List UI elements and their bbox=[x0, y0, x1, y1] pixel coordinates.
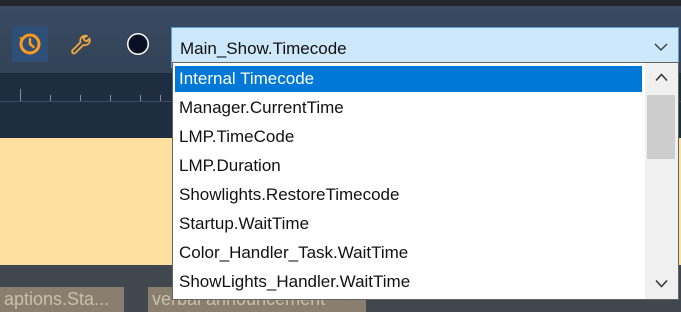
chevron-down-icon bbox=[654, 43, 668, 51]
dropdown-scrollbar[interactable] bbox=[645, 63, 678, 299]
dark-circle-icon bbox=[127, 33, 149, 55]
dropdown-option[interactable]: LMP.TimeCode bbox=[175, 124, 642, 150]
dropdown-option[interactable]: Showlights.RestoreTimecode bbox=[175, 182, 642, 208]
dropdown-option[interactable]: ShowLights_Handler.WaitTime bbox=[175, 269, 642, 295]
history-clock-icon bbox=[19, 33, 41, 55]
status-indicator-button[interactable] bbox=[118, 26, 158, 62]
ruler-tick bbox=[160, 95, 161, 101]
scrollbar-thumb[interactable] bbox=[647, 95, 675, 159]
wrench-icon bbox=[71, 34, 91, 55]
ruler-tick bbox=[140, 95, 141, 101]
dropdown-option[interactable]: Manager.CurrentTime bbox=[175, 95, 642, 121]
timecode-source-dropdown: Internal Timecode Manager.CurrentTime LM… bbox=[172, 62, 679, 300]
scroll-up-button[interactable] bbox=[645, 63, 678, 93]
ruler-tick bbox=[80, 95, 81, 101]
combobox-value: Main_Show.Timecode bbox=[180, 39, 347, 58]
chevron-up-icon bbox=[655, 73, 668, 82]
dropdown-option[interactable]: LMP.Duration bbox=[175, 153, 642, 179]
ruler-tick bbox=[50, 95, 51, 101]
settings-button[interactable] bbox=[62, 26, 98, 62]
ruler-tick bbox=[20, 89, 21, 101]
dropdown-option[interactable]: Color_Handler_Task.WaitTime bbox=[175, 240, 642, 266]
chevron-down-icon bbox=[655, 279, 668, 288]
timeline-clip[interactable]: aptions.Sta... bbox=[0, 287, 124, 312]
scroll-down-button[interactable] bbox=[645, 269, 678, 299]
dropdown-option[interactable]: Internal Timecode bbox=[175, 66, 642, 92]
dropdown-option[interactable]: Startup.WaitTime bbox=[175, 211, 642, 237]
history-button[interactable] bbox=[12, 26, 48, 62]
ruler-tick bbox=[110, 95, 111, 101]
